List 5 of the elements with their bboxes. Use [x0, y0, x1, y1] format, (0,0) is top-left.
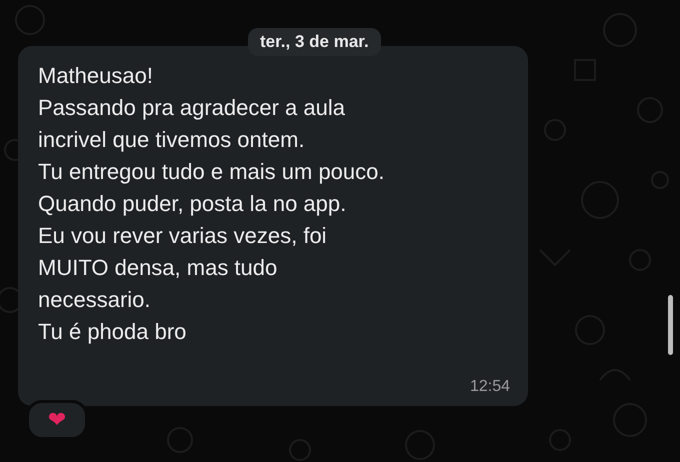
date-chip: ter., 3 de mar.	[248, 28, 381, 56]
reaction-button[interactable]: ❤	[26, 400, 88, 440]
message-text: Matheusao! Passando pra agradecer a aula incrivel que tivemos ontem. Tu entregou tudo e mais um pouco. Quando puder, posta la no app. Eu vou rever varias vezes, foi MUITO densa, mas tudo necessario. Tu é phoda bro	[38, 62, 386, 346]
message-time: 12:54	[470, 378, 510, 396]
scrollbar[interactable]	[668, 295, 673, 355]
